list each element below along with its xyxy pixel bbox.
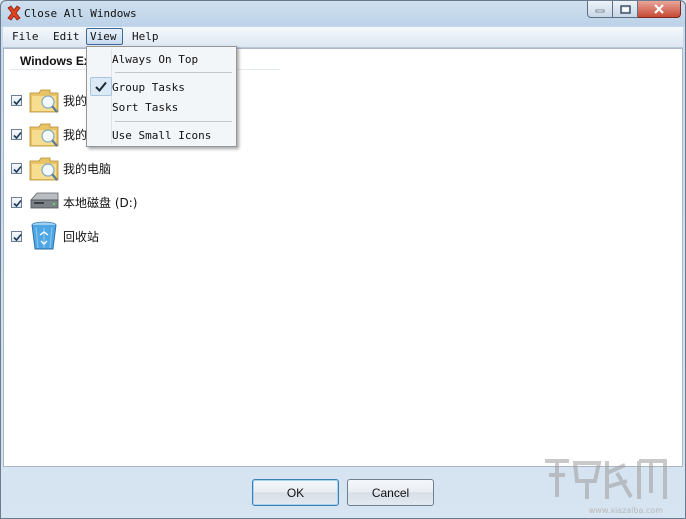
ok-button[interactable]: OK <box>252 479 339 506</box>
checkmark-icon <box>95 81 107 92</box>
menu-item-sort-tasks[interactable]: Sort Tasks <box>112 98 178 118</box>
maximize-button[interactable] <box>613 1 638 18</box>
window-title: Close All Windows <box>24 7 137 20</box>
app-window: Close All Windows File Edit View Help Wi… <box>0 0 686 519</box>
cancel-button[interactable]: Cancel <box>347 479 434 506</box>
checkbox[interactable] <box>11 231 22 242</box>
menu-separator <box>115 72 232 73</box>
menu-item-label: Always On Top <box>112 53 199 66</box>
menu-edit[interactable]: Edit <box>50 28 83 45</box>
folder-icon <box>29 89 59 113</box>
watermark-url: www.xiazaiba.com <box>588 506 663 515</box>
checkmark-icon <box>13 233 22 242</box>
checkbox[interactable] <box>11 129 22 140</box>
maximize-icon <box>619 4 631 14</box>
checkbox[interactable] <box>11 95 22 106</box>
list-item[interactable]: 回收站 <box>11 221 411 251</box>
menu-item-group-tasks[interactable]: Group Tasks <box>112 78 185 98</box>
checkmark-icon <box>13 97 22 106</box>
list-item-label: 我的电脑 <box>63 162 112 176</box>
minimize-icon <box>595 9 605 13</box>
list-item[interactable]: 我的电脑 <box>11 155 411 183</box>
title-bar[interactable]: Close All Windows <box>1 1 685 27</box>
menu-view[interactable]: View <box>86 28 123 45</box>
checked-indicator <box>90 77 112 96</box>
checkmark-icon <box>13 199 22 208</box>
list-item-label: 我的 <box>63 128 88 142</box>
list-item-label: 我的 <box>63 94 88 108</box>
menu-item-label: Use Small Icons <box>112 129 212 142</box>
menu-bar: File Edit View Help <box>3 27 683 48</box>
hard-drive-icon <box>30 192 59 209</box>
list-item-label: 本地磁盘 (D:) <box>63 196 138 210</box>
menu-item-label: Sort Tasks <box>112 101 179 114</box>
menu-item-always-on-top[interactable]: Always On Top <box>112 50 198 70</box>
view-menu-dropdown: Always On Top Group Tasks Sort Tasks Use… <box>86 46 237 147</box>
folder-icon <box>29 157 59 181</box>
checkbox[interactable] <box>11 197 22 208</box>
list-item[interactable]: 本地磁盘 (D:) <box>11 189 411 217</box>
checkbox[interactable] <box>11 163 22 174</box>
folder-icon <box>29 123 59 147</box>
close-button[interactable] <box>638 1 681 18</box>
menu-item-label: Group Tasks <box>112 81 185 94</box>
checkmark-icon <box>13 131 22 140</box>
close-all-app-icon <box>7 5 21 21</box>
menu-item-use-small-icons[interactable]: Use Small Icons <box>112 126 211 146</box>
minimize-button[interactable] <box>587 1 613 18</box>
close-icon <box>654 4 664 14</box>
menu-help[interactable]: Help <box>129 28 162 45</box>
list-item-label: 回收站 <box>63 230 100 244</box>
caption-buttons <box>587 1 681 19</box>
menu-separator <box>115 121 232 122</box>
menu-file[interactable]: File <box>9 28 42 45</box>
checkmark-icon <box>13 165 22 174</box>
recycle-bin-icon <box>31 221 57 250</box>
